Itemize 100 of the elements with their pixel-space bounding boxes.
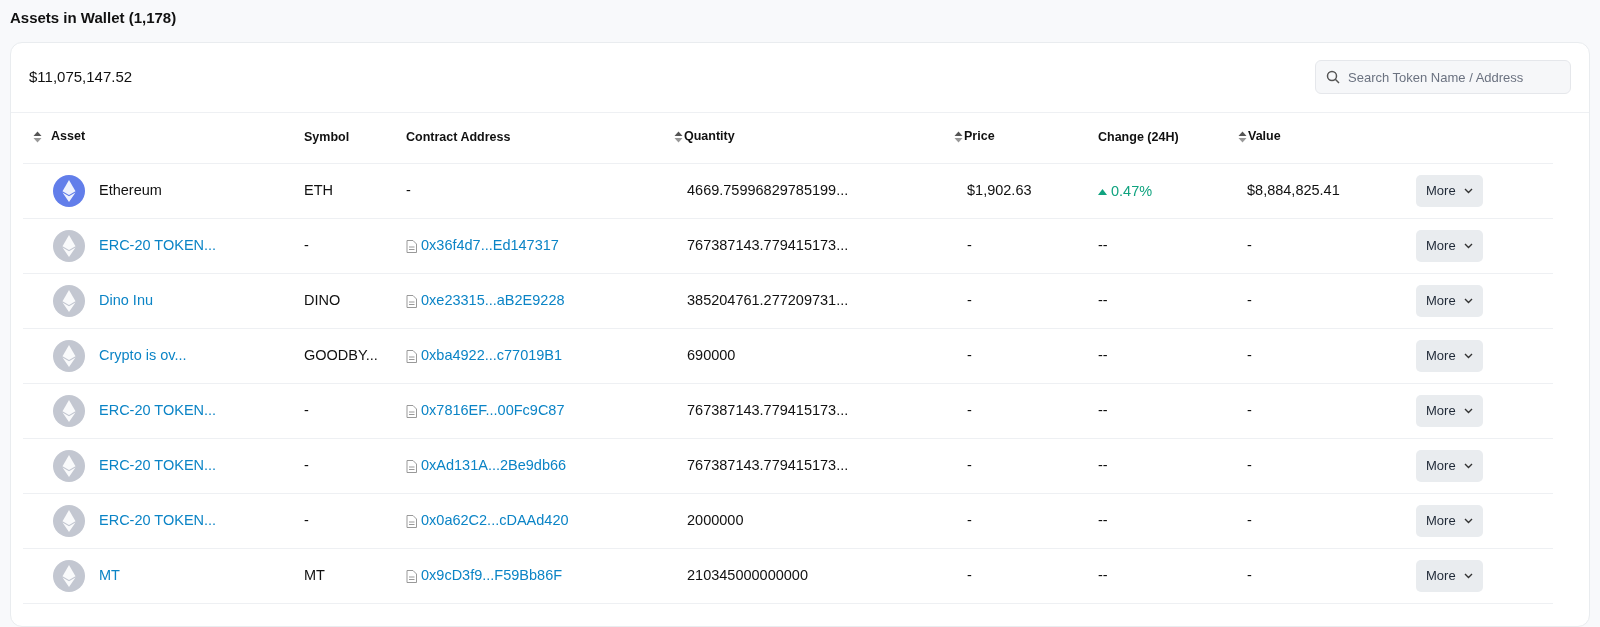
value-text: -: [1247, 237, 1252, 254]
price-text: -: [967, 402, 972, 419]
symbol-text: -: [304, 402, 309, 419]
chevron-down-icon: [1463, 518, 1473, 524]
quantity-text: 210345000000000: [687, 567, 808, 584]
more-button[interactable]: More: [1416, 340, 1483, 372]
symbol-text: DINO: [304, 292, 341, 309]
document-icon: [406, 294, 417, 308]
document-icon: [406, 569, 417, 583]
quantity-text: 767387143.779415173...: [687, 237, 849, 254]
price-text: -: [967, 567, 972, 584]
search-icon: [1326, 70, 1340, 84]
value-text: -: [1247, 347, 1252, 364]
contract-address-link[interactable]: 0x9cD3f9...F59Bb86F: [421, 565, 563, 587]
token-logo-icon: [53, 285, 85, 317]
asset-name: Ethereum: [99, 181, 162, 201]
column-header[interactable]: Value: [1248, 127, 1281, 146]
column-header[interactable]: Quantity: [684, 127, 735, 146]
contract-address-link[interactable]: 0x0a62C2...cDAAd420: [421, 510, 569, 532]
price-text: -: [967, 237, 972, 254]
quantity-text: 385204761.277209731...: [687, 292, 849, 309]
value-text: -: [1247, 457, 1252, 474]
search-field[interactable]: Search Token Name / Address: [1315, 60, 1571, 94]
contract-address-link[interactable]: 0x7816EF...00Fc9C87: [421, 400, 565, 422]
quantity-text: 767387143.779415173...: [687, 457, 849, 474]
document-icon: [406, 404, 417, 418]
asset-name[interactable]: ERC-20 TOKEN...: [99, 400, 217, 422]
sort-icon[interactable]: [954, 130, 963, 143]
token-logo-icon: [53, 505, 85, 537]
quantity-text: 767387143.779415173...: [687, 402, 849, 419]
token-logo-icon: [53, 450, 85, 482]
more-button[interactable]: More: [1416, 450, 1483, 482]
value-text: $8,884,825.41: [1247, 182, 1340, 199]
chevron-down-icon: [1463, 573, 1473, 579]
token-logo-icon: [53, 395, 85, 427]
page-title: Assets in Wallet (1,178): [9, 8, 178, 28]
more-button[interactable]: More: [1416, 395, 1483, 427]
document-icon: [406, 239, 417, 253]
column-header: Change (24H): [1098, 129, 1179, 147]
asset-name[interactable]: MT: [99, 565, 120, 587]
price-text: -: [967, 347, 972, 364]
change-text: --: [1098, 567, 1108, 584]
total-value: $11,075,147.52: [29, 66, 133, 87]
price-text: $1,902.63: [967, 182, 1032, 199]
price-text: -: [967, 512, 972, 529]
more-button[interactable]: More: [1416, 285, 1483, 317]
symbol-text: GOODBY...: [304, 347, 378, 364]
quantity-text: 690000: [687, 347, 736, 364]
contract-address-link[interactable]: 0xAd131A...2Be9db66: [421, 455, 567, 477]
chevron-down-icon: [1463, 188, 1473, 194]
value-text: -: [1247, 512, 1252, 529]
document-icon: [406, 514, 417, 528]
more-button[interactable]: More: [1416, 175, 1483, 207]
token-logo-icon: [53, 175, 85, 207]
contract-address-link[interactable]: 0xba4922...c77019B1: [421, 345, 563, 367]
value-text: -: [1247, 402, 1252, 419]
chevron-down-icon: [1463, 353, 1473, 359]
chevron-down-icon: [1463, 463, 1473, 469]
column-header: Symbol: [304, 129, 350, 147]
column-header[interactable]: Price: [964, 127, 995, 146]
price-text: -: [967, 292, 972, 309]
contract-address: -: [406, 182, 411, 199]
quantity-text: 2000000: [687, 512, 744, 529]
value-text: -: [1247, 292, 1252, 309]
asset-name[interactable]: ERC-20 TOKEN...: [99, 235, 217, 257]
token-logo-icon: [53, 230, 85, 262]
contract-address-link[interactable]: 0x36f4d7...Ed147317: [421, 235, 559, 257]
column-header: Contract Address: [406, 129, 511, 147]
more-button[interactable]: More: [1416, 505, 1483, 537]
change-text: --: [1098, 347, 1108, 364]
symbol-text: -: [304, 512, 309, 529]
quantity-text: 4669.75996829785199...: [687, 182, 849, 199]
more-button[interactable]: More: [1416, 230, 1483, 262]
token-logo-icon: [53, 560, 85, 592]
price-text: -: [967, 457, 972, 474]
asset-name[interactable]: ERC-20 TOKEN...: [99, 455, 217, 477]
change-text: 0.47%: [1111, 181, 1153, 201]
change-text: --: [1098, 457, 1108, 474]
asset-name[interactable]: Crypto is ov...: [99, 345, 187, 367]
sort-icon[interactable]: [674, 130, 683, 143]
change-text: --: [1098, 292, 1108, 309]
document-icon: [406, 349, 417, 363]
change-text: --: [1098, 237, 1108, 254]
symbol-text: -: [304, 237, 309, 254]
asset-name[interactable]: Dino Inu: [99, 290, 153, 312]
chevron-down-icon: [1463, 243, 1473, 249]
change-text: --: [1098, 402, 1108, 419]
more-button[interactable]: More: [1416, 560, 1483, 592]
chevron-down-icon: [1463, 408, 1473, 414]
sort-icon[interactable]: [33, 130, 42, 143]
symbol-text: -: [304, 457, 309, 474]
contract-address-link[interactable]: 0xe23315...aB2E9228: [421, 290, 565, 312]
column-header[interactable]: Asset: [51, 127, 86, 146]
chevron-down-icon: [1463, 298, 1473, 304]
sort-icon[interactable]: [1238, 130, 1247, 143]
document-icon: [406, 459, 417, 473]
symbol-text: MT: [304, 567, 325, 584]
symbol-text: ETH: [304, 182, 333, 199]
asset-name[interactable]: ERC-20 TOKEN...: [99, 510, 217, 532]
value-text: -: [1247, 567, 1252, 584]
